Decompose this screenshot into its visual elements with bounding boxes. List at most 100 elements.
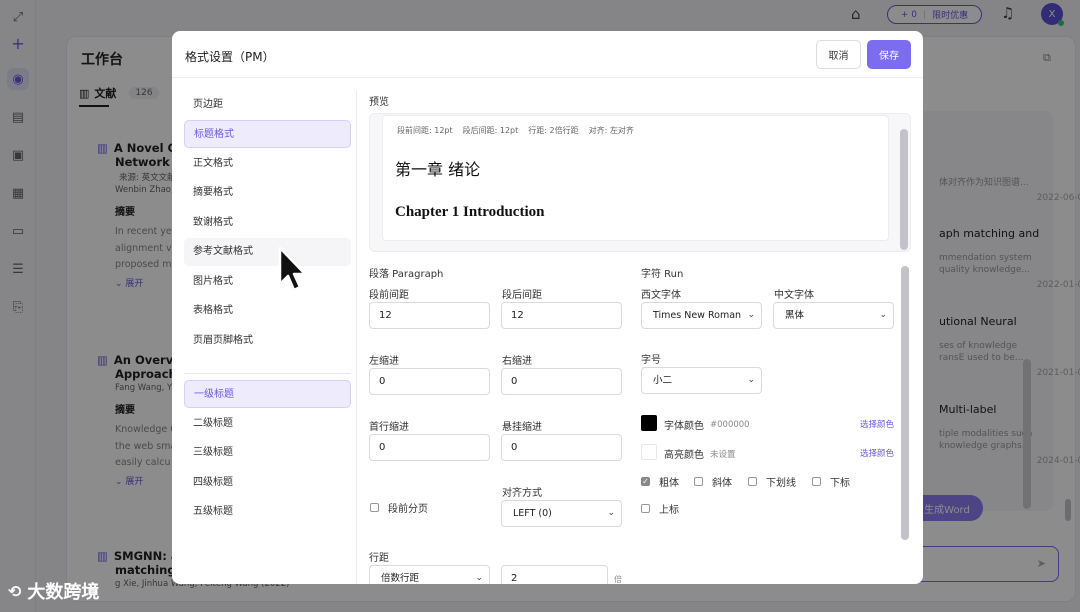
- first-indent-label: 首行缩进: [369, 422, 409, 433]
- highlight-color-swatch[interactable]: [641, 444, 657, 460]
- font-color-row: 字体颜色 #000000: [664, 417, 750, 433]
- preview-heading-cn: 第一章 绪论: [395, 160, 481, 179]
- settings-scrollbar[interactable]: [901, 266, 909, 540]
- watermark-text: 大数跨境: [27, 582, 100, 603]
- chevron-down-icon: ⌄: [475, 573, 483, 583]
- font-color-value: #000000: [710, 419, 750, 430]
- right-indent-input[interactable]: 0: [501, 368, 622, 395]
- checkbox-box[interactable]: [370, 503, 379, 512]
- chevron-down-icon: ⌄: [607, 508, 615, 518]
- nav-margins[interactable]: 页边距: [184, 91, 351, 119]
- preview-info-item: 段后间距: 12pt: [462, 126, 519, 135]
- logo-icon: ⟲: [8, 581, 22, 601]
- italic-checkbox[interactable]: 斜体: [694, 474, 732, 489]
- size-select[interactable]: 小二 ⌄: [641, 367, 762, 394]
- preview-page: 段前间距: 12pt 段后间距: 12pt 行距: 2倍行距 对齐: 左对齐 第一章 …: [382, 115, 889, 241]
- nav-divider: [184, 373, 351, 374]
- highlight-color-pick-link[interactable]: 选择颜色: [860, 447, 894, 459]
- font-color-label: 字体颜色: [664, 421, 704, 432]
- checkbox-box[interactable]: [694, 477, 703, 486]
- font-color-pick-link[interactable]: 选择颜色: [860, 418, 894, 430]
- superscript-checkbox[interactable]: 上标: [641, 501, 679, 516]
- nav-body-format[interactable]: 正文格式: [184, 150, 351, 178]
- preview-label: 预览: [369, 97, 389, 108]
- checkbox-box[interactable]: [748, 477, 757, 486]
- page-break-checkbox[interactable]: 段前分页: [370, 500, 428, 515]
- subscript-checkbox[interactable]: 下标: [812, 474, 850, 489]
- chevron-down-icon: ⌄: [879, 310, 887, 320]
- preview-heading-en: Chapter 1 Introduction: [395, 204, 545, 220]
- highlight-color-row: 高亮颜色 未设置: [664, 446, 736, 462]
- preview-info-item: 对齐: 左对齐: [588, 126, 634, 135]
- nav-abstract-format[interactable]: 摘要格式: [184, 179, 351, 207]
- preview-area: 段前间距: 12pt 段后间距: 12pt 行距: 2倍行距 对齐: 左对齐 第一章 …: [369, 113, 911, 252]
- superscript-label: 上标: [659, 505, 679, 516]
- space-after-label: 段后间距: [502, 290, 542, 301]
- format-settings-dialog: 格式设置（PM） 取消 保存 页边距 标题格式 正文格式 摘要格式 致谢格式 参…: [172, 31, 923, 584]
- space-before-input[interactable]: 12: [369, 302, 490, 329]
- dialog-header: 格式设置（PM） 取消 保存: [172, 31, 923, 78]
- preview-scrollbar[interactable]: [900, 129, 908, 250]
- nav-level-1[interactable]: 一级标题: [184, 380, 351, 408]
- dialog-title: 格式设置（PM）: [185, 50, 275, 64]
- underline-label: 下划线: [766, 478, 796, 489]
- preview-info-item: 行距: 2倍行距: [528, 126, 579, 135]
- chevron-down-icon: ⌄: [747, 310, 755, 320]
- check-icon[interactable]: ✓: [641, 477, 650, 486]
- left-indent-label: 左缩进: [369, 356, 399, 367]
- western-font-select[interactable]: Times New Roman ⌄: [641, 302, 762, 329]
- nav-level-5[interactable]: 五级标题: [184, 498, 351, 526]
- line-spacing-type-value: 倍数行距: [381, 573, 420, 584]
- size-label: 字号: [641, 355, 661, 366]
- line-spacing-type-select[interactable]: 倍数行距 ⌄: [369, 565, 490, 584]
- right-indent-label: 右缩进: [502, 356, 532, 367]
- nav-figure-format[interactable]: 图片格式: [184, 268, 351, 296]
- bold-label: 粗体: [659, 478, 679, 489]
- preview-info: 段前间距: 12pt 段后间距: 12pt 行距: 2倍行距 对齐: 左对齐: [397, 125, 644, 136]
- cn-font-label: 中文字体: [774, 290, 814, 301]
- cn-font-select[interactable]: 黑体 ⌄: [773, 302, 894, 329]
- line-spacing-unit: 倍: [614, 575, 622, 584]
- align-label: 对齐方式: [502, 488, 542, 499]
- preview-info-item: 段前间距: 12pt: [397, 126, 453, 135]
- nav-header-footer-format[interactable]: 页眉页脚格式: [184, 327, 351, 355]
- hanging-indent-input[interactable]: 0: [501, 434, 622, 461]
- chevron-down-icon: ⌄: [747, 375, 755, 385]
- italic-label: 斜体: [712, 478, 732, 489]
- underline-checkbox[interactable]: 下划线: [748, 474, 796, 489]
- mouse-cursor-icon: [278, 246, 307, 292]
- align-value: LEFT (0): [513, 508, 552, 519]
- line-spacing-label: 行距: [369, 553, 389, 564]
- checkbox-box[interactable]: [812, 477, 821, 486]
- watermark-logo: ⟲ 大数跨境: [8, 578, 99, 604]
- page-break-label: 段前分页: [388, 504, 428, 515]
- highlight-color-label: 高亮颜色: [664, 450, 704, 461]
- bold-checkbox[interactable]: ✓ 粗体: [641, 474, 679, 489]
- cancel-button[interactable]: 取消: [816, 40, 861, 69]
- nav-level-3[interactable]: 三级标题: [184, 439, 351, 467]
- size-value: 小二: [653, 375, 673, 386]
- cn-font-value: 黑体: [785, 310, 805, 321]
- hanging-indent-label: 悬挂缩进: [502, 422, 542, 433]
- nav-table-format[interactable]: 表格格式: [184, 297, 351, 325]
- nav-level-4[interactable]: 四级标题: [184, 469, 351, 497]
- western-font-value: Times New Roman: [653, 310, 742, 321]
- paragraph-section-label: 段落 Paragraph: [369, 269, 444, 280]
- subscript-label: 下标: [830, 478, 850, 489]
- checkbox-box[interactable]: [641, 504, 650, 513]
- nav-reference-format[interactable]: 参考文献格式: [184, 238, 351, 266]
- space-before-label: 段前间距: [369, 290, 409, 301]
- highlight-color-value: 未设置: [710, 449, 736, 460]
- font-color-swatch[interactable]: [641, 415, 657, 431]
- left-indent-input[interactable]: 0: [369, 368, 490, 395]
- align-select[interactable]: LEFT (0) ⌄: [501, 500, 622, 527]
- western-font-label: 西文字体: [641, 290, 681, 301]
- nav-heading-format[interactable]: 标题格式: [184, 120, 351, 148]
- nav-level-2[interactable]: 二级标题: [184, 410, 351, 438]
- first-indent-input[interactable]: 0: [369, 434, 490, 461]
- save-button[interactable]: 保存: [867, 40, 911, 69]
- space-after-input[interactable]: 12: [501, 302, 622, 329]
- run-section-label: 字符 Run: [641, 269, 684, 280]
- line-spacing-input[interactable]: 2: [501, 565, 608, 584]
- nav-acknowledgement-format[interactable]: 致谢格式: [184, 209, 351, 237]
